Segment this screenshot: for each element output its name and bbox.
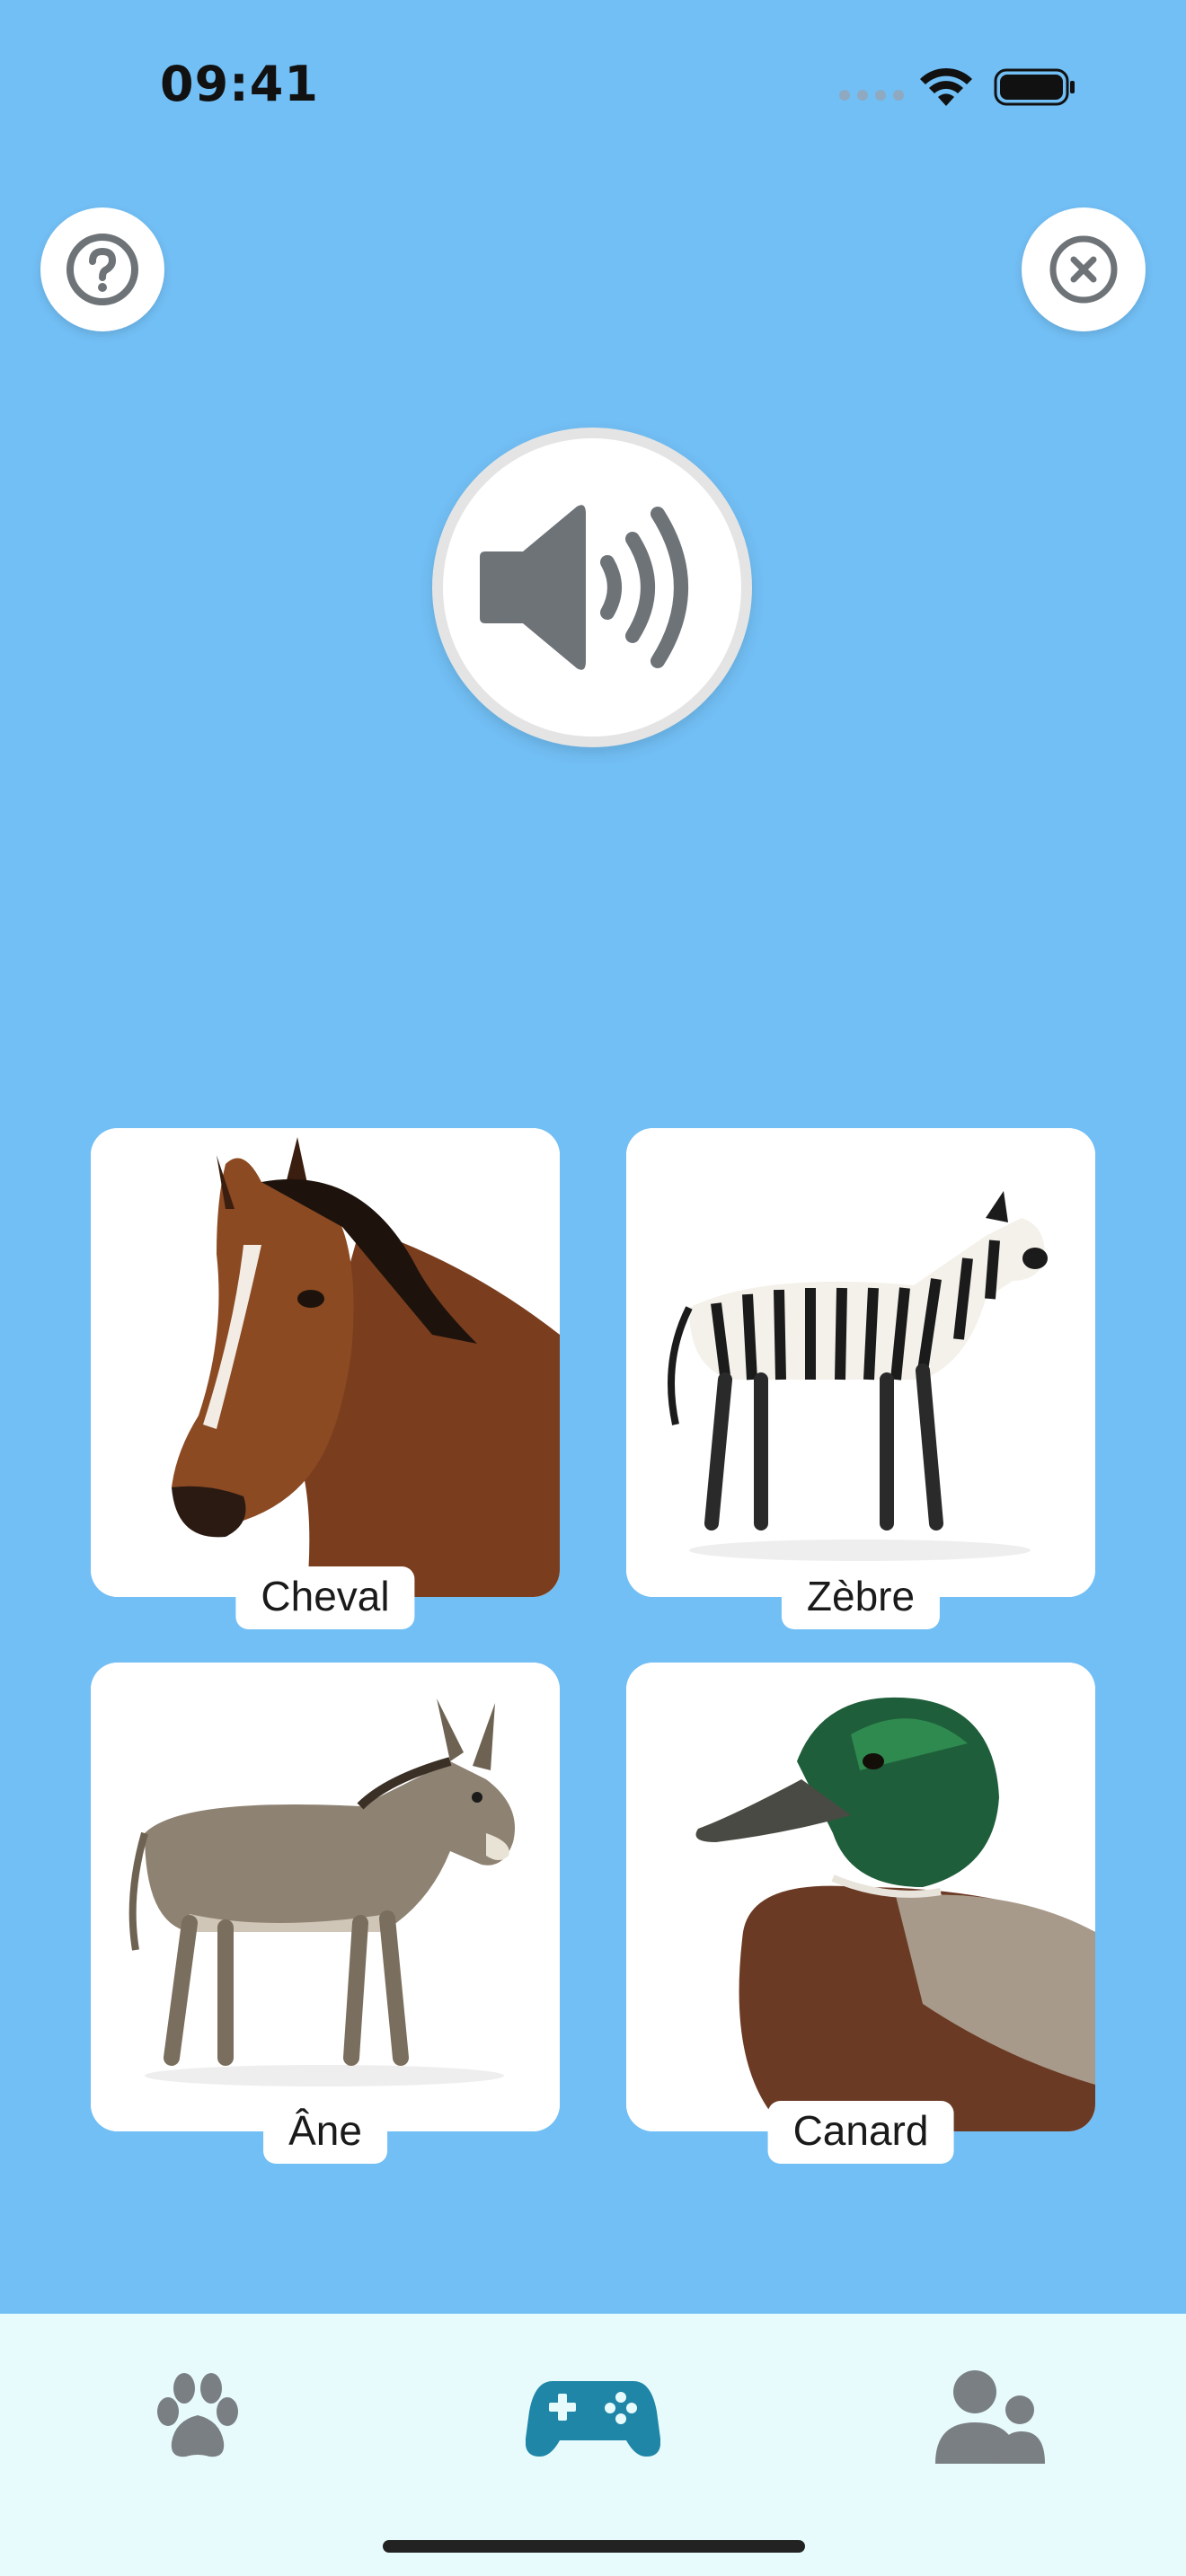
tab-animals[interactable]	[126, 2359, 270, 2475]
card-label: Zèbre	[781, 1566, 941, 1629]
cellular-signal-icon	[839, 90, 904, 101]
answer-card-ane[interactable]: Âne	[91, 1663, 560, 2164]
card-label: Cheval	[235, 1566, 415, 1629]
horse-image	[91, 1128, 560, 1597]
tab-games[interactable]	[521, 2359, 665, 2475]
home-indicator	[383, 2540, 805, 2553]
users-icon	[935, 2370, 1045, 2464]
battery-icon	[994, 68, 1075, 106]
tab-bar	[0, 2314, 1186, 2576]
paw-icon	[157, 2373, 238, 2457]
zebra-image	[626, 1128, 1095, 1597]
close-circle-icon	[1049, 235, 1118, 304]
question-circle-icon	[66, 234, 138, 305]
speaker-volume-icon	[480, 505, 688, 670]
status-time: 09:41	[160, 56, 319, 112]
card-label: Âne	[263, 2101, 387, 2164]
answer-card-zebre[interactable]: Zèbre	[626, 1128, 1095, 1629]
wifi-icon	[920, 67, 972, 106]
answer-card-cheval[interactable]: Cheval	[91, 1128, 560, 1629]
close-button[interactable]	[1022, 207, 1146, 331]
tab-profile[interactable]	[918, 2359, 1062, 2475]
answer-card-canard[interactable]: Canard	[626, 1663, 1095, 2164]
play-sound-button[interactable]	[432, 428, 752, 747]
card-label: Canard	[767, 2101, 954, 2164]
status-bar: 09:41	[0, 0, 1186, 162]
help-button[interactable]	[40, 207, 164, 331]
duck-image	[626, 1663, 1095, 2131]
donkey-image	[91, 1663, 560, 2131]
gamepad-icon	[526, 2381, 660, 2457]
